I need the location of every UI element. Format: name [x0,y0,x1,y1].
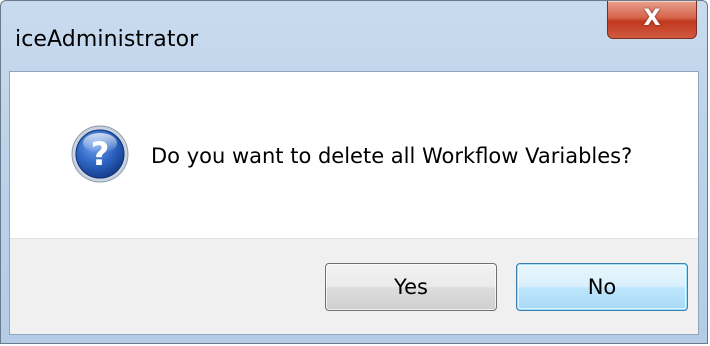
button-bar: Yes No [10,238,698,334]
dialog-window: iceAdministrator X ? Do you want to dele… [0,0,708,344]
question-glyph: ? [91,135,110,173]
yes-button[interactable]: Yes [325,263,497,311]
close-icon: X [643,5,661,31]
dialog-message: Do you want to delete all Workflow Varia… [151,144,633,168]
message-area: ? Do you want to delete all Workflow Var… [10,72,698,238]
close-button[interactable]: X [607,1,697,39]
title-bar[interactable]: iceAdministrator X [1,1,707,71]
window-title: iceAdministrator [15,27,199,52]
question-icon: ? [71,125,129,183]
dialog-client-area: ? Do you want to delete all Workflow Var… [9,71,699,335]
no-button[interactable]: No [516,263,688,311]
